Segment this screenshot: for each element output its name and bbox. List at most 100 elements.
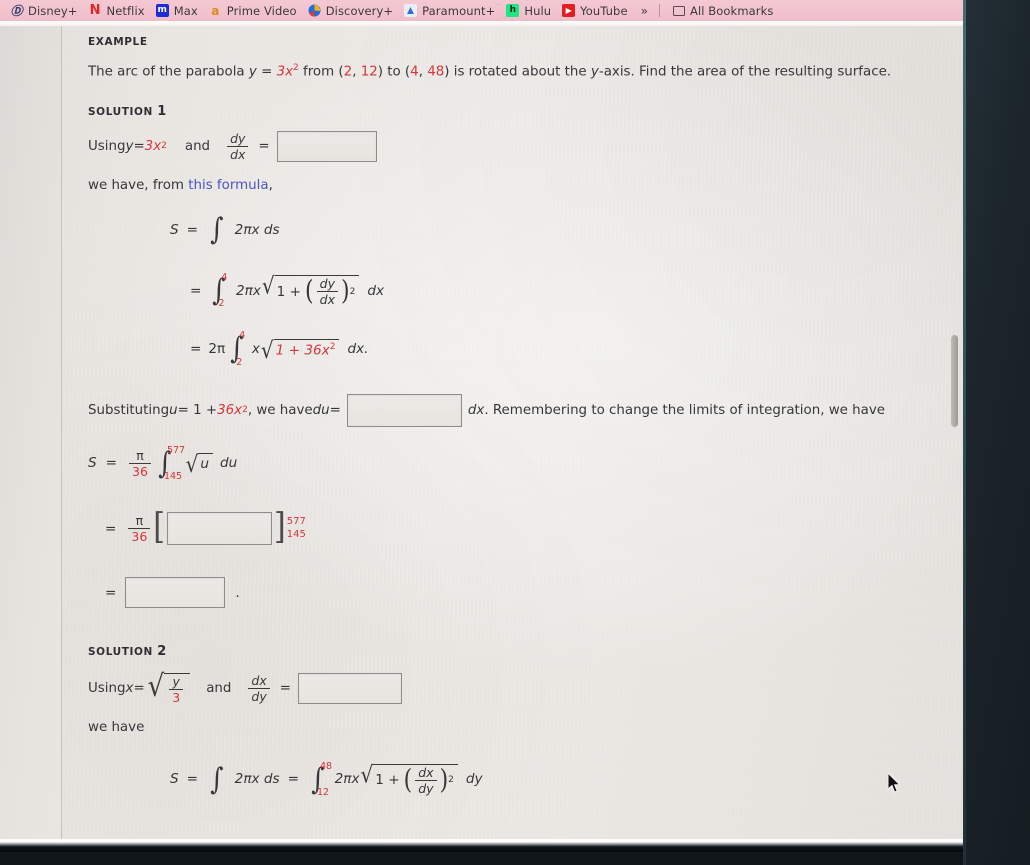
bookmark-youtube[interactable]: ▶ YouTube	[560, 0, 636, 21]
paramount-plus-icon	[404, 4, 418, 17]
substituting-prefix: Substituting	[88, 402, 170, 418]
photo-bottom-dark-band	[0, 839, 963, 852]
integral-icon: ∫	[210, 761, 224, 797]
pi-over-36-fraction: π 36	[129, 449, 151, 478]
radicand: 1 + ( dx dy ) 2	[373, 763, 458, 796]
integrand-1: 2πx ds	[234, 771, 280, 788]
close-paren: )	[439, 764, 449, 796]
radical-icon: √	[185, 450, 199, 479]
definite-integral-2-to-4: ∫ 4 2	[228, 330, 246, 368]
answer-input-dy-dx[interactable]	[276, 130, 377, 162]
point1-y: 12	[360, 64, 378, 80]
solution-2-using-row: Using x = √ y 3 and dx dy =	[88, 672, 953, 705]
this-formula-link[interactable]: this formula	[188, 178, 268, 193]
page-scrollbar-thumb[interactable]	[951, 335, 958, 427]
substitution-equals: = 1 +	[177, 402, 218, 418]
radicand-exponent: 2	[329, 341, 336, 352]
radicand: u	[198, 453, 213, 473]
problem-var-y: y	[248, 64, 257, 80]
paren-exponent: 2	[448, 775, 454, 786]
answer-input-du[interactable]	[346, 393, 462, 427]
answer-input-final-value[interactable]	[125, 577, 226, 609]
using-equals: =	[133, 138, 145, 154]
using-text: Using	[88, 138, 126, 154]
using-exponent: 2	[161, 141, 167, 152]
radicand-u: u	[200, 456, 209, 473]
equals-sign: =	[105, 520, 117, 537]
square-root-y-over-3: √ y 3	[148, 672, 191, 704]
open-bracket: [	[153, 506, 166, 549]
solution-2-heading: SOLUTION 2	[88, 644, 953, 659]
using-var-x: x	[125, 680, 134, 696]
radical-icon: √	[260, 336, 274, 364]
problem-text-5: -axis. Find the area of the resulting su…	[598, 64, 892, 80]
formula-reference-line: we have, from this formula,	[88, 176, 953, 195]
evaluation-lower-limit: 145	[286, 528, 306, 540]
result-line-3: = .	[105, 577, 953, 609]
bookmark-netflix[interactable]: N Netflix	[87, 0, 154, 21]
bookmark-discovery-plus[interactable]: Discovery+	[306, 0, 402, 21]
point2-comma: ,	[418, 64, 428, 80]
fraction-denominator-3: 3	[169, 689, 184, 704]
integrand-coefficient: 2πx	[334, 771, 360, 788]
radicand-text: 1 + 36x2	[276, 342, 336, 359]
pi-over-36-fraction: π 36	[128, 514, 151, 543]
equals-sign: =	[105, 584, 117, 601]
solution-2-we-have: we have	[88, 720, 145, 736]
solution-1-number: 1	[157, 103, 167, 119]
substitution-mid-text: , we have	[247, 402, 313, 418]
open-paren: (	[305, 275, 314, 307]
using-text: Using	[88, 680, 126, 696]
all-bookmarks-button[interactable]: All Bookmarks	[667, 4, 779, 18]
square-root-expression: √ 1 + ( dx dy ) 2	[361, 762, 458, 796]
dx-dy-fraction: dx dy	[415, 766, 437, 795]
derivative-denominator: dy	[248, 688, 270, 703]
disney-plus-icon: Ⓓ	[10, 3, 23, 18]
definite-integral-2-to-4: ∫ 4 2	[210, 272, 228, 310]
fraction-numerator-pi: π	[136, 447, 144, 463]
derivative-dx-dy: dx dy	[248, 674, 270, 703]
S-symbol: S	[170, 222, 179, 239]
problem-text-4: ) is rotated about the	[444, 64, 591, 80]
integral-lower-limit: 2	[236, 356, 243, 368]
photo-right-dark-area	[963, 0, 1030, 865]
dy-dx-fraction: dy dx	[316, 277, 338, 306]
bookmark-label: Discovery+	[325, 3, 394, 18]
result-line-1: S = π 36 ∫ 577 145 √ u du	[88, 445, 953, 483]
bookmark-paramount-plus[interactable]: Paramount+	[402, 0, 504, 21]
integral-lower-limit: 145	[163, 471, 183, 483]
screenshot-root: Ⓓ Disney+ N Netflix m Max a Prime Video	[0, 0, 1030, 865]
bookmark-disney-plus[interactable]: Ⓓ Disney+	[8, 0, 87, 21]
S-symbol: S	[88, 455, 97, 472]
derivative-equals: =	[258, 138, 270, 154]
bookmark-prime-video[interactable]: a Prime Video	[207, 0, 306, 21]
and-text: and	[184, 138, 211, 154]
answer-input-antiderivative[interactable]	[167, 512, 273, 546]
bookmarks-overflow-chevron-icon[interactable]: »	[637, 4, 652, 18]
using-var-y: y	[125, 138, 134, 154]
using-expr: 3x	[144, 138, 162, 154]
bookmark-hulu[interactable]: h Hulu	[504, 0, 560, 21]
integral-upper-limit: 48	[319, 760, 333, 772]
all-bookmarks-icon	[672, 5, 685, 16]
radical-icon: √	[147, 669, 165, 705]
S-symbol: S	[170, 771, 179, 788]
bookmark-label: Max	[173, 3, 198, 18]
equals-sign: =	[190, 282, 202, 299]
differential-dx: dx	[367, 282, 384, 299]
radical-icon: √	[360, 760, 374, 788]
bookmark-max[interactable]: m Max	[154, 0, 207, 21]
photographed-browser-page: Ⓓ Disney+ N Netflix m Max a Prime Video	[0, 0, 963, 852]
surface-formula-line-3: = 2π ∫ 4 2 x √ 1 + 36x2 dx.	[190, 330, 953, 368]
radicand: 1 + 36x2	[273, 338, 340, 359]
answer-input-dx-dy[interactable]	[297, 673, 402, 705]
toolbar-underline	[0, 21, 963, 26]
max-icon: m	[155, 4, 169, 17]
radicand-one-plus: 1 +	[276, 283, 302, 300]
youtube-icon: ▶	[562, 4, 576, 17]
mouse-cursor-icon	[888, 773, 901, 793]
substitution-equals-2: =	[329, 402, 341, 418]
solution-2-number: 2	[157, 644, 167, 660]
problem-eq: =	[256, 64, 277, 80]
surface-formula-line-2: = ∫ 4 2 2πx √ 1 + ( dy dx) 2 dx	[190, 272, 953, 310]
